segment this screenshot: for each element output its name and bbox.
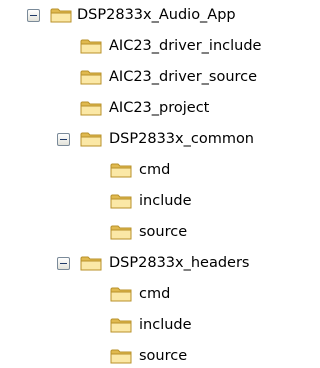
tree-item-label: DSP2833x_common [109,131,254,147]
tree-item-headers-include[interactable]: include [0,313,298,337]
folder-icon [80,132,102,147]
tree-item-aic23-driver-source[interactable]: AIC23_driver_source [0,65,298,89]
folder-icon [110,349,132,364]
tree-item-aic23-driver-include[interactable]: AIC23_driver_include [0,34,298,58]
tree-item-dsp2833x-audio-app[interactable]: DSP2833x_Audio_App [0,3,298,27]
tree-item-headers-source[interactable]: source [0,344,298,368]
folder-icon [50,8,72,23]
tree-item-aic23-project[interactable]: AIC23_project [0,96,298,120]
folder-icon [110,287,132,302]
folder-icon [110,225,132,240]
folder-icon [80,70,102,85]
folder-icon [110,318,132,333]
collapse-minus-icon[interactable] [57,133,70,146]
collapse-minus-icon[interactable] [57,257,70,270]
folder-icon [110,194,132,209]
tree-item-label: DSP2833x_Audio_App [77,7,236,23]
tree-item-label: include [139,317,192,333]
tree-item-label: AIC23_driver_source [109,69,258,85]
folder-tree: DSP2833x_Audio_App AIC23_driver_include … [0,0,298,368]
tree-item-dsp2833x-common[interactable]: DSP2833x_common [0,127,298,151]
folder-icon [110,163,132,178]
folder-icon [80,256,102,271]
tree-item-label: AIC23_project [109,100,210,116]
tree-item-common-include[interactable]: include [0,189,298,213]
tree-item-label: DSP2833x_headers [109,255,250,271]
tree-item-label: cmd [139,286,171,302]
tree-item-label: include [139,193,192,209]
collapse-minus-icon[interactable] [27,9,40,22]
tree-item-label: source [139,224,188,240]
tree-item-label: source [139,348,188,364]
tree-item-headers-cmd[interactable]: cmd [0,282,298,306]
folder-icon [80,101,102,116]
tree-item-label: cmd [139,162,171,178]
tree-item-common-source[interactable]: source [0,220,298,244]
tree-item-label: AIC23_driver_include [109,38,262,54]
tree-item-common-cmd[interactable]: cmd [0,158,298,182]
folder-icon [80,39,102,54]
tree-item-dsp2833x-headers[interactable]: DSP2833x_headers [0,251,298,275]
